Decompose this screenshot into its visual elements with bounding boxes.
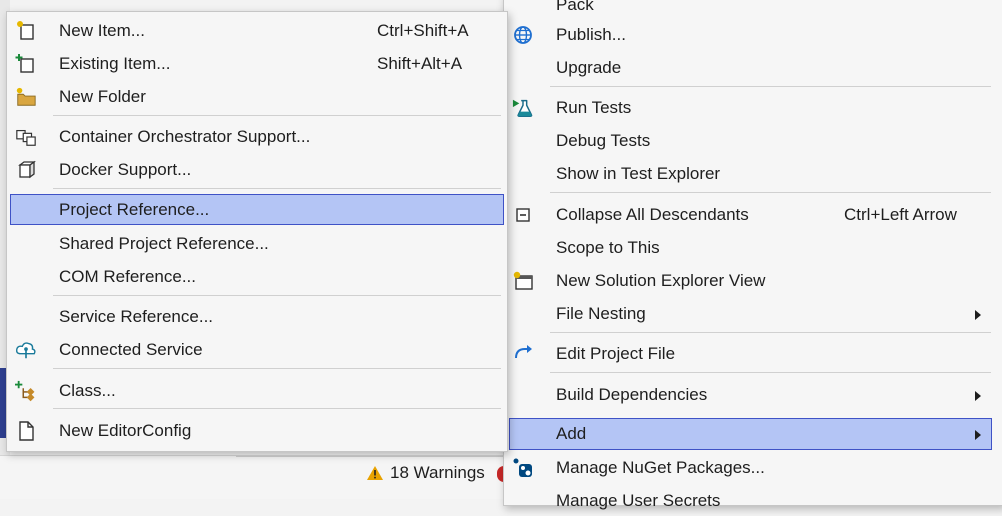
container-orchestrator-icon xyxy=(15,127,37,147)
menu-item-connected-service[interactable]: Connected Service xyxy=(7,334,507,365)
menu-item-build-dependencies[interactable]: Build Dependencies xyxy=(504,379,1002,410)
menu-separator xyxy=(53,368,501,369)
class-icon xyxy=(15,380,37,402)
menu-item-new-item[interactable]: New Item... Ctrl+Shift+A xyxy=(7,15,507,46)
menu-item-scope-to-this[interactable]: Scope to This xyxy=(504,232,1002,263)
menu-item-debug-tests[interactable]: Debug Tests xyxy=(504,125,1002,156)
docker-icon xyxy=(15,160,37,180)
publish-globe-icon xyxy=(512,25,534,45)
menu-item-project-reference[interactable]: Project Reference... xyxy=(10,194,504,225)
menu-separator xyxy=(53,408,501,409)
run-tests-icon xyxy=(512,98,534,118)
new-folder-icon xyxy=(15,87,37,107)
menu-item-class[interactable]: Class... xyxy=(7,375,507,406)
warnings-count: 18 Warnings xyxy=(390,463,485,482)
status-bar-divider xyxy=(236,456,516,457)
project-context-menu: Pack Publish... Upgrade Run Tests Debug … xyxy=(503,0,1002,510)
existing-item-icon xyxy=(15,54,37,74)
menu-item-manage-user-secrets[interactable]: Manage User Secrets xyxy=(504,485,1002,516)
add-submenu: New Item... Ctrl+Shift+A Existing Item..… xyxy=(6,11,508,452)
menu-item-publish[interactable]: Publish... xyxy=(504,19,1002,50)
new-item-icon xyxy=(15,21,37,41)
menu-item-file-nesting[interactable]: File Nesting xyxy=(504,298,1002,329)
menu-separator xyxy=(550,192,991,193)
menu-item-collapse-all-descendants[interactable]: Collapse All Descendants Ctrl+Left Arrow xyxy=(504,199,1002,230)
menu-item-shared-project-reference[interactable]: Shared Project Reference... xyxy=(7,228,507,259)
edit-project-icon xyxy=(512,344,534,364)
menu-item-new-solution-explorer-view[interactable]: New Solution Explorer View xyxy=(504,265,1002,296)
menu-separator xyxy=(53,295,501,296)
menu-item-service-reference[interactable]: Service Reference... xyxy=(7,301,507,332)
nuget-icon xyxy=(512,458,534,478)
collapse-icon xyxy=(512,205,534,225)
menu-item-new-folder[interactable]: New Folder xyxy=(7,81,507,112)
warning-icon xyxy=(367,466,383,480)
menu-item-show-in-test-explorer[interactable]: Show in Test Explorer xyxy=(504,158,1002,189)
menu-separator xyxy=(550,372,991,373)
menu-item-container-orchestrator-support[interactable]: Container Orchestrator Support... xyxy=(7,121,507,152)
menu-item-new-editorconfig[interactable]: New EditorConfig xyxy=(7,415,507,446)
menu-separator xyxy=(53,115,501,116)
menu-item-com-reference[interactable]: COM Reference... xyxy=(7,261,507,292)
menu-item-existing-item[interactable]: Existing Item... Shift+Alt+A xyxy=(7,48,507,79)
editorconfig-icon xyxy=(15,421,37,441)
menu-item-edit-project-file[interactable]: Edit Project File xyxy=(504,338,1002,369)
menu-item-manage-nuget-packages[interactable]: Manage NuGet Packages... xyxy=(504,452,1002,483)
connected-service-icon xyxy=(15,340,37,360)
new-view-icon xyxy=(512,271,534,291)
submenu-arrow-icon xyxy=(975,391,981,401)
menu-item-pack[interactable]: Pack xyxy=(504,0,1002,20)
menu-item-add[interactable]: Add xyxy=(509,418,992,450)
submenu-arrow-icon xyxy=(975,430,981,440)
menu-item-upgrade[interactable]: Upgrade xyxy=(504,52,1002,83)
menu-separator xyxy=(53,188,501,189)
menu-item-docker-support[interactable]: Docker Support... xyxy=(7,154,507,185)
menu-separator xyxy=(550,86,991,87)
warnings-indicator[interactable]: 18 Warnings xyxy=(366,463,485,483)
menu-item-run-tests[interactable]: Run Tests xyxy=(504,92,1002,123)
submenu-arrow-icon xyxy=(975,310,981,320)
menu-separator xyxy=(550,332,991,333)
